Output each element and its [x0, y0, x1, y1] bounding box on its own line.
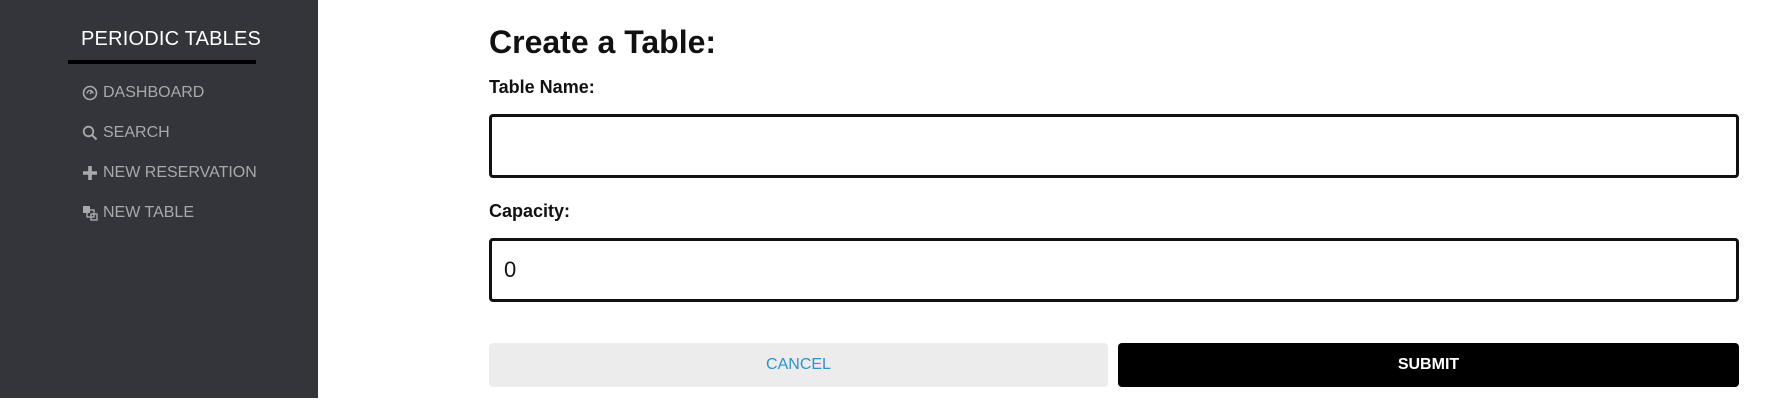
sidebar-item-label: NEW RESERVATION — [103, 164, 257, 181]
search-icon — [82, 125, 98, 141]
capacity-input[interactable] — [489, 238, 1739, 302]
sidebar-item-new-table[interactable]: NEW TABLE — [82, 193, 257, 233]
brand-title[interactable]: PERIODIC TABLES — [81, 28, 261, 51]
main-content: Create a Table: Table Name: Capacity: CA… — [489, 0, 1739, 400]
capacity-label: Capacity: — [489, 201, 571, 221]
tables-icon — [82, 205, 98, 221]
submit-button[interactable]: SUBMIT — [1118, 343, 1739, 387]
sidebar-nav: DASHBOARD SEARCH NEW RESERVATION NEW TAB… — [82, 73, 257, 233]
cancel-button[interactable]: CANCEL — [489, 343, 1108, 387]
table-name-input[interactable] — [489, 114, 1739, 178]
sidebar: PERIODIC TABLES DASHBOARD SEARCH NEW RES… — [0, 0, 318, 398]
sidebar-item-label: NEW TABLE — [103, 204, 194, 221]
sidebar-item-dashboard[interactable]: DASHBOARD — [82, 73, 257, 113]
page-title: Create a Table: — [489, 24, 717, 60]
sidebar-item-label: SEARCH — [103, 124, 170, 141]
sidebar-item-label: DASHBOARD — [103, 84, 205, 101]
plus-icon — [82, 165, 98, 181]
brand[interactable]: PERIODIC TABLES — [68, 22, 261, 64]
table-name-label: Table Name: — [489, 77, 595, 97]
dashboard-icon — [82, 85, 98, 101]
sidebar-item-search[interactable]: SEARCH — [82, 113, 257, 153]
sidebar-item-new-reservation[interactable]: NEW RESERVATION — [82, 153, 257, 193]
